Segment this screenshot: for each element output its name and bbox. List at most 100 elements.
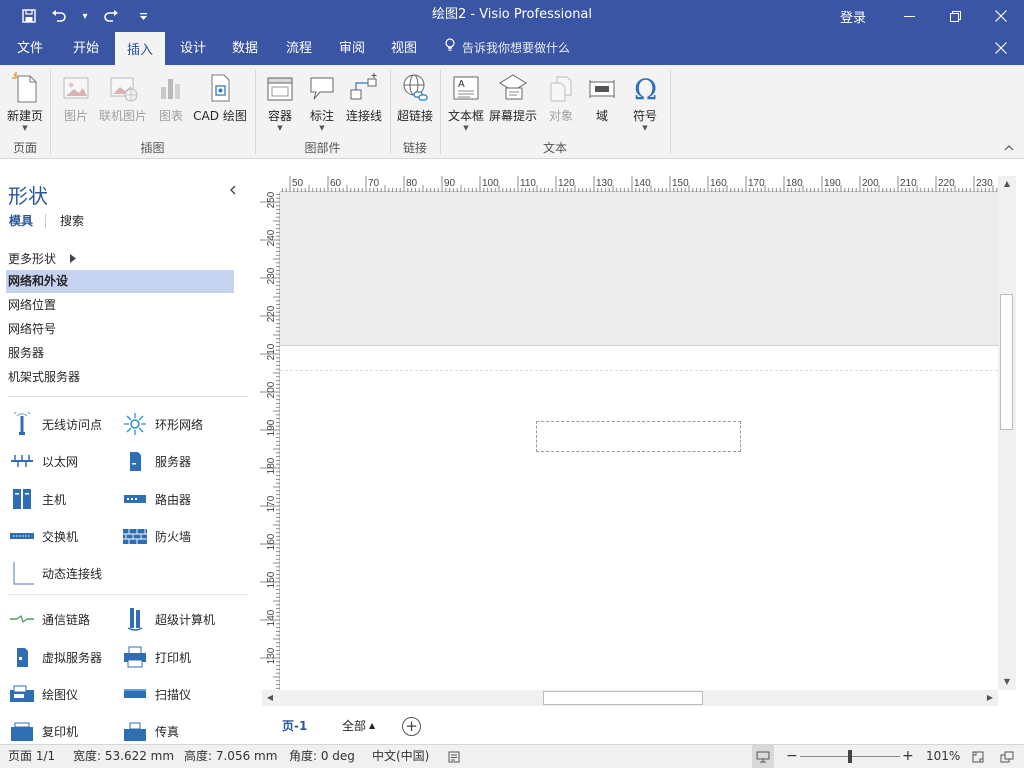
- tab-data[interactable]: 数据: [222, 32, 268, 65]
- collapse-ribbon-icon[interactable]: [1004, 143, 1014, 154]
- shape-scanner[interactable]: 扫描仪: [121, 681, 191, 707]
- online-picture-icon: [96, 69, 150, 107]
- hyperlink-button[interactable]: 超链接: [396, 69, 434, 135]
- drawing-canvas[interactable]: [280, 192, 998, 690]
- container-button[interactable]: 容器 ▼: [262, 69, 298, 135]
- tab-process[interactable]: 流程: [276, 32, 322, 65]
- ruler-label: 140: [266, 609, 277, 626]
- new-page-button[interactable]: 新建页 ▼: [4, 69, 46, 135]
- online-picture-button[interactable]: 联机图片: [96, 69, 150, 135]
- ruler-label: 180: [266, 457, 277, 474]
- picture-button[interactable]: 图片: [58, 69, 94, 135]
- symbol-button[interactable]: Ω 符号 ▼: [626, 69, 664, 135]
- save-icon[interactable]: [14, 0, 44, 32]
- textbox-button[interactable]: A 文本框 ▼: [446, 69, 486, 135]
- tab-insert[interactable]: 插入: [115, 32, 165, 65]
- minimize-icon[interactable]: [886, 0, 932, 32]
- shape-dynamic-connector[interactable]: 动态连接线: [8, 560, 102, 586]
- shape-fax[interactable]: 传真: [121, 718, 179, 744]
- page-tabs-bar: 页-1 全部 ▲ +: [262, 712, 998, 742]
- chevron-down-icon: ▼: [277, 124, 283, 132]
- zoom-slider-knob[interactable]: [848, 750, 852, 763]
- shape-supercomputer[interactable]: 超级计算机: [121, 606, 215, 632]
- horizontal-scroll-thumb[interactable]: [543, 691, 703, 705]
- stencil-servers[interactable]: 服务器: [6, 342, 234, 365]
- more-shapes-menu[interactable]: 更多形状: [8, 250, 77, 267]
- close-ribbon-icon[interactable]: [988, 32, 1014, 65]
- shape-virtual-server[interactable]: 虚拟服务器: [8, 644, 102, 670]
- shape-comm-link[interactable]: 通信链路: [8, 606, 90, 632]
- shape-copier[interactable]: 复印机: [8, 718, 78, 744]
- zoom-level[interactable]: 101%: [926, 745, 960, 768]
- switch-windows-icon[interactable]: [1000, 745, 1014, 768]
- ruler-corner: [260, 176, 280, 192]
- tell-me-box[interactable]: 告诉我你想要做什么: [444, 32, 570, 65]
- shape-ethernet[interactable]: 以太网: [8, 448, 78, 474]
- shape-wireless-access-point[interactable]: 无线访问点: [8, 411, 102, 437]
- screentip-button[interactable]: 屏幕提示: [488, 69, 538, 135]
- tab-home[interactable]: 开始: [62, 32, 110, 65]
- object-button[interactable]: 对象: [544, 69, 578, 135]
- page-tab-1[interactable]: 页-1: [282, 712, 307, 740]
- shape-mainframe[interactable]: 主机: [8, 486, 66, 512]
- callout-button[interactable]: 标注 ▼: [304, 69, 340, 135]
- all-pages-menu[interactable]: 全部 ▲: [342, 712, 375, 740]
- selected-shape-outline[interactable]: [536, 421, 741, 452]
- zoom-out-icon[interactable]: −: [786, 745, 798, 768]
- tab-stencils[interactable]: 模具: [9, 212, 33, 229]
- scroll-left-icon[interactable]: ◀: [262, 690, 278, 706]
- group-label-text: 文本: [542, 141, 567, 155]
- close-window-icon[interactable]: [978, 0, 1024, 32]
- connector-button[interactable]: 连接线: [344, 69, 384, 135]
- stencil-network-peripherals[interactable]: 网络和外设: [6, 270, 234, 293]
- shape-server[interactable]: 服务器: [121, 448, 191, 474]
- scroll-right-icon[interactable]: ▶: [982, 690, 998, 706]
- chart-button[interactable]: 图表: [154, 69, 188, 135]
- tab-view[interactable]: 视图: [381, 32, 427, 65]
- group-label-illustrations: 插图: [140, 141, 165, 155]
- shape-plotter[interactable]: 绘图仪: [8, 681, 78, 707]
- horizontal-scrollbar[interactable]: ◀ ▶: [262, 690, 998, 706]
- shape-router[interactable]: 路由器: [121, 486, 191, 512]
- tab-file[interactable]: 文件: [8, 32, 52, 65]
- restore-icon[interactable]: [932, 0, 978, 32]
- cad-drawing-button[interactable]: CAD 绘图: [192, 69, 248, 135]
- shape-ring-network[interactable]: 环形网络: [121, 411, 203, 437]
- status-bar: 页面 1/1 宽度: 53.622 mm 高度: 7.056 mm 角度: 0 …: [0, 744, 1024, 768]
- add-page-icon[interactable]: +: [402, 717, 421, 736]
- undo-icon[interactable]: [44, 0, 74, 32]
- stencil-rack-servers[interactable]: 机架式服务器: [6, 366, 234, 389]
- shape-firewall[interactable]: 防火墙: [121, 523, 191, 549]
- status-page[interactable]: 页面 1/1: [8, 745, 55, 768]
- redo-icon[interactable]: [96, 0, 126, 32]
- undo-dropdown-icon[interactable]: ▾: [74, 0, 96, 32]
- macro-record-icon[interactable]: [448, 745, 460, 768]
- ruler-label: 230: [266, 267, 277, 284]
- presentation-mode-icon[interactable]: [752, 745, 774, 768]
- fit-page-icon[interactable]: [972, 745, 984, 768]
- collapse-pane-icon[interactable]: [229, 184, 237, 198]
- shape-switch[interactable]: 交换机: [8, 523, 78, 549]
- status-language[interactable]: 中文(中国): [372, 745, 429, 768]
- status-width[interactable]: 宽度: 53.622 mm: [73, 745, 174, 768]
- status-angle[interactable]: 角度: 0 deg: [289, 745, 355, 768]
- ruler-label: 200: [266, 381, 277, 398]
- tab-design[interactable]: 设计: [170, 32, 216, 65]
- scroll-down-icon[interactable]: ▼: [998, 674, 1016, 690]
- vertical-scrollbar[interactable]: ▲ ▼: [998, 176, 1016, 690]
- picture-icon: [58, 69, 94, 107]
- zoom-in-icon[interactable]: +: [902, 745, 914, 768]
- tab-review[interactable]: 审阅: [329, 32, 375, 65]
- tell-me-text: 告诉我你想要做什么: [462, 41, 571, 55]
- shape-printer[interactable]: 打印机: [121, 644, 191, 670]
- field-button[interactable]: 域: [584, 69, 620, 135]
- stencil-network-locations[interactable]: 网络位置: [6, 294, 234, 317]
- tab-search[interactable]: 搜索: [60, 212, 84, 229]
- status-height[interactable]: 高度: 7.056 mm: [184, 745, 277, 768]
- scroll-up-icon[interactable]: ▲: [998, 176, 1016, 192]
- screentip-icon: [488, 69, 538, 107]
- stencil-network-symbols[interactable]: 网络符号: [6, 318, 234, 341]
- sign-in-link[interactable]: 登录: [840, 7, 866, 26]
- vertical-scroll-thumb[interactable]: [1000, 294, 1013, 430]
- customize-qat-icon[interactable]: [132, 0, 154, 32]
